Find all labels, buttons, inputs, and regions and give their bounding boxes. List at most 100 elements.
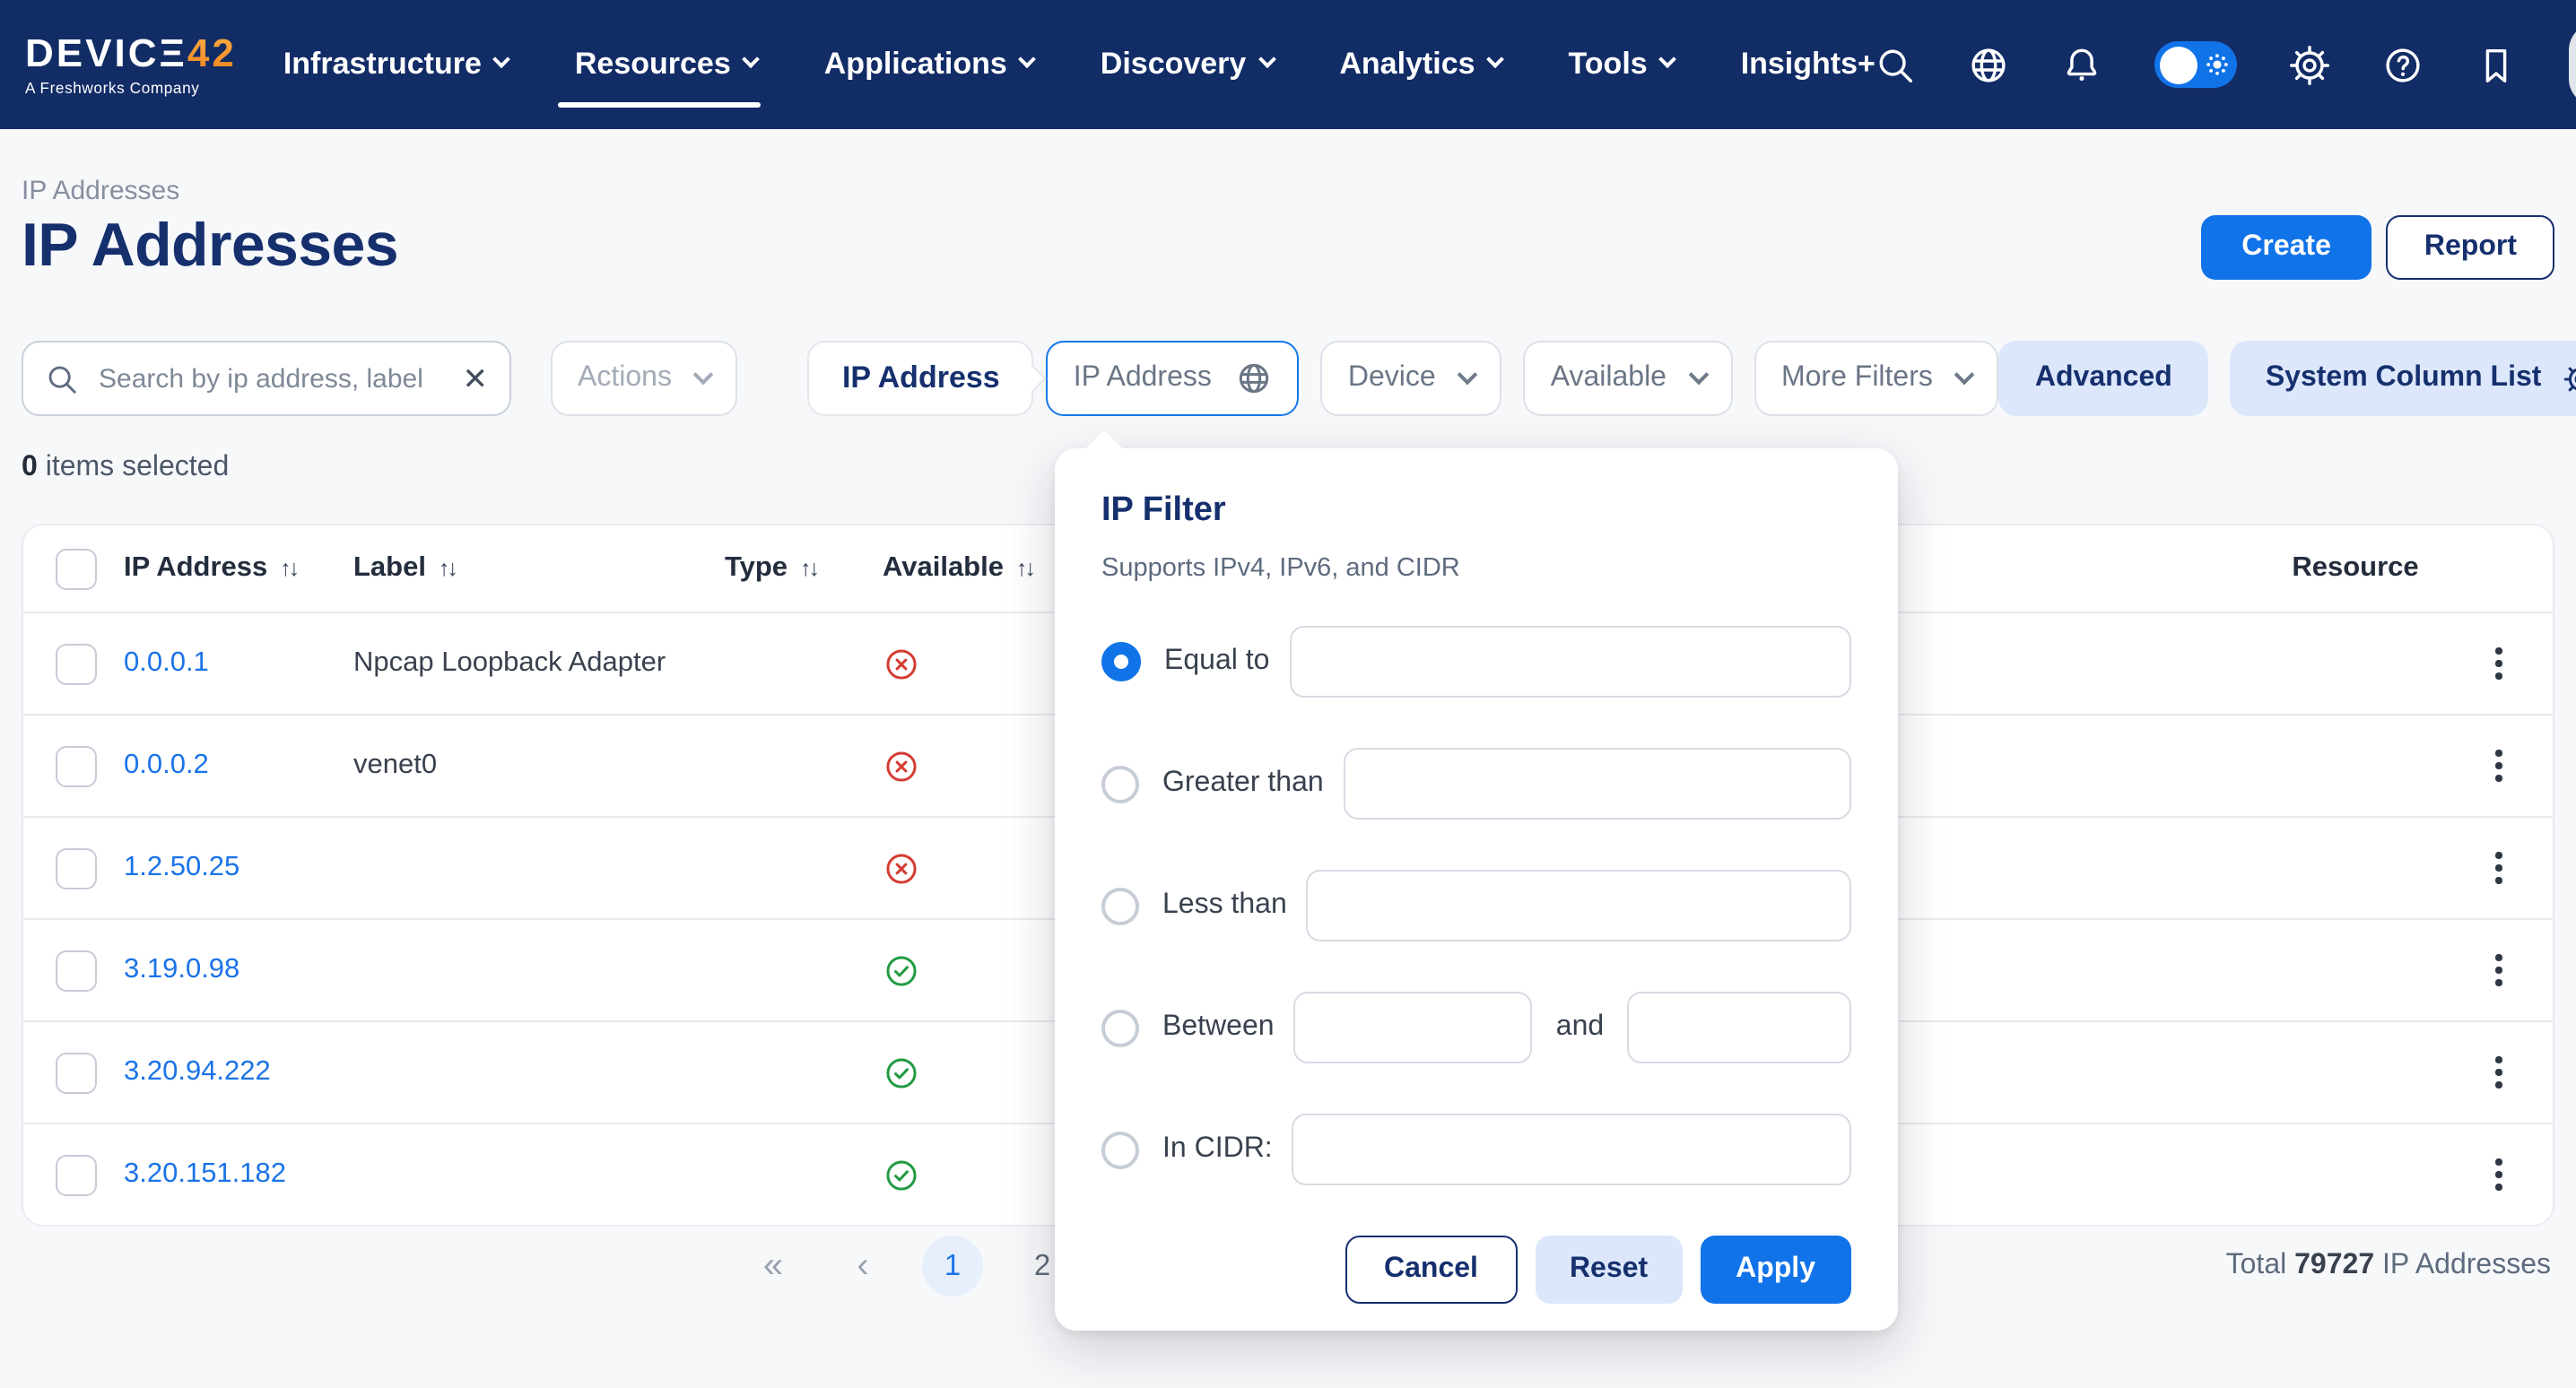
create-button[interactable]: Create <box>2200 214 2372 279</box>
radio-less-than[interactable] <box>1101 887 1139 924</box>
row-actions-kebab[interactable] <box>2495 1148 2502 1201</box>
chevron-down-icon <box>743 50 761 68</box>
menu-item-infrastructure[interactable]: Infrastructure <box>283 47 509 82</box>
bell-icon[interactable] <box>2062 44 2103 85</box>
row-actions-kebab[interactable] <box>2495 637 2502 690</box>
sort-icon[interactable]: ↑↓ <box>800 556 817 581</box>
logo-subtitle: A Freshworks Company <box>25 80 237 95</box>
label-cell: Npcap Loopback Adapter <box>353 647 725 680</box>
radio-equal-to[interactable] <box>1101 642 1141 681</box>
filter-option-row: Greater than <box>1101 723 1851 845</box>
help-icon[interactable] <box>2383 44 2424 85</box>
search-input[interactable] <box>95 361 459 395</box>
globe-icon <box>1212 360 1273 396</box>
clear-search-icon[interactable]: ✕ <box>459 363 492 394</box>
less-than-input[interactable] <box>1307 870 1851 941</box>
row-checkbox[interactable] <box>56 847 97 889</box>
device42-app: DEVICΞ42 A Freshworks Company Infrastruc… <box>0 0 2576 1306</box>
globe-icon[interactable] <box>1969 44 2010 85</box>
column-header-type[interactable]: Type↑↓ <box>725 552 883 585</box>
filter-type-tag[interactable]: IP Address <box>808 341 1034 416</box>
filter-chip-device[interactable]: Device <box>1321 341 1502 416</box>
chevron-down-icon <box>694 365 715 386</box>
radio-greater-than[interactable] <box>1101 765 1139 802</box>
row-checkbox[interactable] <box>56 1154 97 1195</box>
theme-toggle[interactable] <box>2155 41 2238 88</box>
report-button[interactable]: Report <box>2387 214 2554 279</box>
select-all-checkbox[interactable] <box>56 548 97 589</box>
option-label: Less than <box>1162 889 1287 922</box>
reset-button[interactable]: Reset <box>1536 1236 1682 1304</box>
search-box: ✕ <box>22 341 511 416</box>
column-header-ip-address[interactable]: IP Address↑↓ <box>124 552 353 585</box>
menu-item-analytics[interactable]: Analytics <box>1339 47 1501 82</box>
menu-item-applications[interactable]: Applications <box>824 47 1034 82</box>
row-checkbox[interactable] <box>56 745 97 786</box>
equal-to-input[interactable] <box>1289 626 1851 698</box>
row-actions-kebab[interactable] <box>2495 1045 2502 1099</box>
chevron-down-icon <box>1019 50 1037 68</box>
ip-address-link[interactable]: 0.0.0.2 <box>124 750 353 782</box>
sort-icon[interactable]: ↑↓ <box>1016 556 1033 581</box>
filter-option-row: Equal to <box>1101 601 1851 723</box>
filter-chip-more-filters[interactable]: More Filters <box>1754 341 1999 416</box>
gear-icon <box>2563 361 2576 395</box>
row-actions-kebab[interactable] <box>2495 943 2502 997</box>
ip-address-link[interactable]: 3.20.94.222 <box>124 1056 353 1089</box>
row-actions-kebab[interactable] <box>2495 739 2502 793</box>
page-1-button[interactable]: 1 <box>908 1236 997 1297</box>
menu-item-tools[interactable]: Tools <box>1569 47 1675 82</box>
row-checkbox[interactable] <box>56 643 97 684</box>
ip-address-link[interactable]: 0.0.0.1 <box>124 647 353 680</box>
column-header-label[interactable]: Label↑↓ <box>353 552 725 585</box>
total-count: Total 79727 IP Addresses <box>2226 1250 2551 1282</box>
popup-subtitle: Supports IPv4, IPv6, and CIDR <box>1101 554 1851 583</box>
filter-option-row: In CIDR: <box>1101 1089 1851 1210</box>
filter-chip-ip-address[interactable]: IP Address <box>1047 341 1300 416</box>
gear-icon[interactable] <box>2290 44 2331 85</box>
greater-than-input[interactable] <box>1344 748 1851 820</box>
search-icon[interactable] <box>1875 44 1917 85</box>
ip-address-link[interactable]: 3.19.0.98 <box>124 954 353 986</box>
row-actions-kebab[interactable] <box>2495 841 2502 895</box>
device42-logo[interactable]: DEVICΞ42 A Freshworks Company <box>25 33 237 95</box>
cancel-button[interactable]: Cancel <box>1345 1236 1518 1304</box>
menu-item-insights-[interactable]: Insights+ <box>1741 47 1875 82</box>
between-from-input[interactable] <box>1294 992 1533 1063</box>
avatar[interactable]: A <box>2570 23 2576 106</box>
filter-chip-available[interactable]: Available <box>1524 341 1733 416</box>
in-cidr--input[interactable] <box>1292 1114 1851 1185</box>
between-to-input[interactable] <box>1627 992 1851 1063</box>
actions-dropdown[interactable]: Actions <box>551 341 738 416</box>
column-header-resource: Resource <box>2248 552 2463 585</box>
ip-address-link[interactable]: 3.20.151.182 <box>124 1158 353 1191</box>
chevron-down-icon <box>1258 50 1275 68</box>
system-column-list-button[interactable]: System Column List <box>2230 341 2576 416</box>
menu-item-resources[interactable]: Resources <box>575 47 758 82</box>
conjunction-label: and <box>1556 1011 1604 1044</box>
chevron-down-icon <box>1689 365 1710 386</box>
filter-chip-group: IP Address Device Available More Filters <box>1047 341 1999 416</box>
chevron-down-icon <box>1458 365 1478 386</box>
sort-icon[interactable]: ↑↓ <box>439 556 456 581</box>
sort-icon[interactable]: ↑↓ <box>280 556 297 581</box>
row-checkbox[interactable] <box>56 1052 97 1093</box>
search-icon <box>45 361 79 395</box>
prev-page-button[interactable]: ‹ <box>818 1245 908 1287</box>
toolbar: ✕ Actions IP Address IP Address Device Ava… <box>22 341 2554 416</box>
radio-in-cidr-[interactable] <box>1101 1131 1139 1168</box>
advanced-button[interactable]: Advanced <box>1999 341 2208 416</box>
chevron-down-icon <box>493 50 511 68</box>
chevron-down-icon <box>1955 365 1976 386</box>
first-page-button[interactable]: « <box>728 1245 818 1287</box>
apply-button[interactable]: Apply <box>1700 1236 1851 1304</box>
breadcrumb[interactable]: IP Addresses <box>22 176 179 206</box>
option-label: In CIDR: <box>1162 1133 1273 1166</box>
bookmark-icon[interactable] <box>2476 44 2518 85</box>
logo-wordmark: DEVICΞ42 <box>25 33 237 73</box>
radio-between[interactable] <box>1101 1009 1139 1046</box>
ip-address-link[interactable]: 1.2.50.25 <box>124 852 353 884</box>
row-checkbox[interactable] <box>56 950 97 991</box>
chevron-down-icon <box>1659 50 1677 68</box>
menu-item-discovery[interactable]: Discovery <box>1101 47 1274 82</box>
